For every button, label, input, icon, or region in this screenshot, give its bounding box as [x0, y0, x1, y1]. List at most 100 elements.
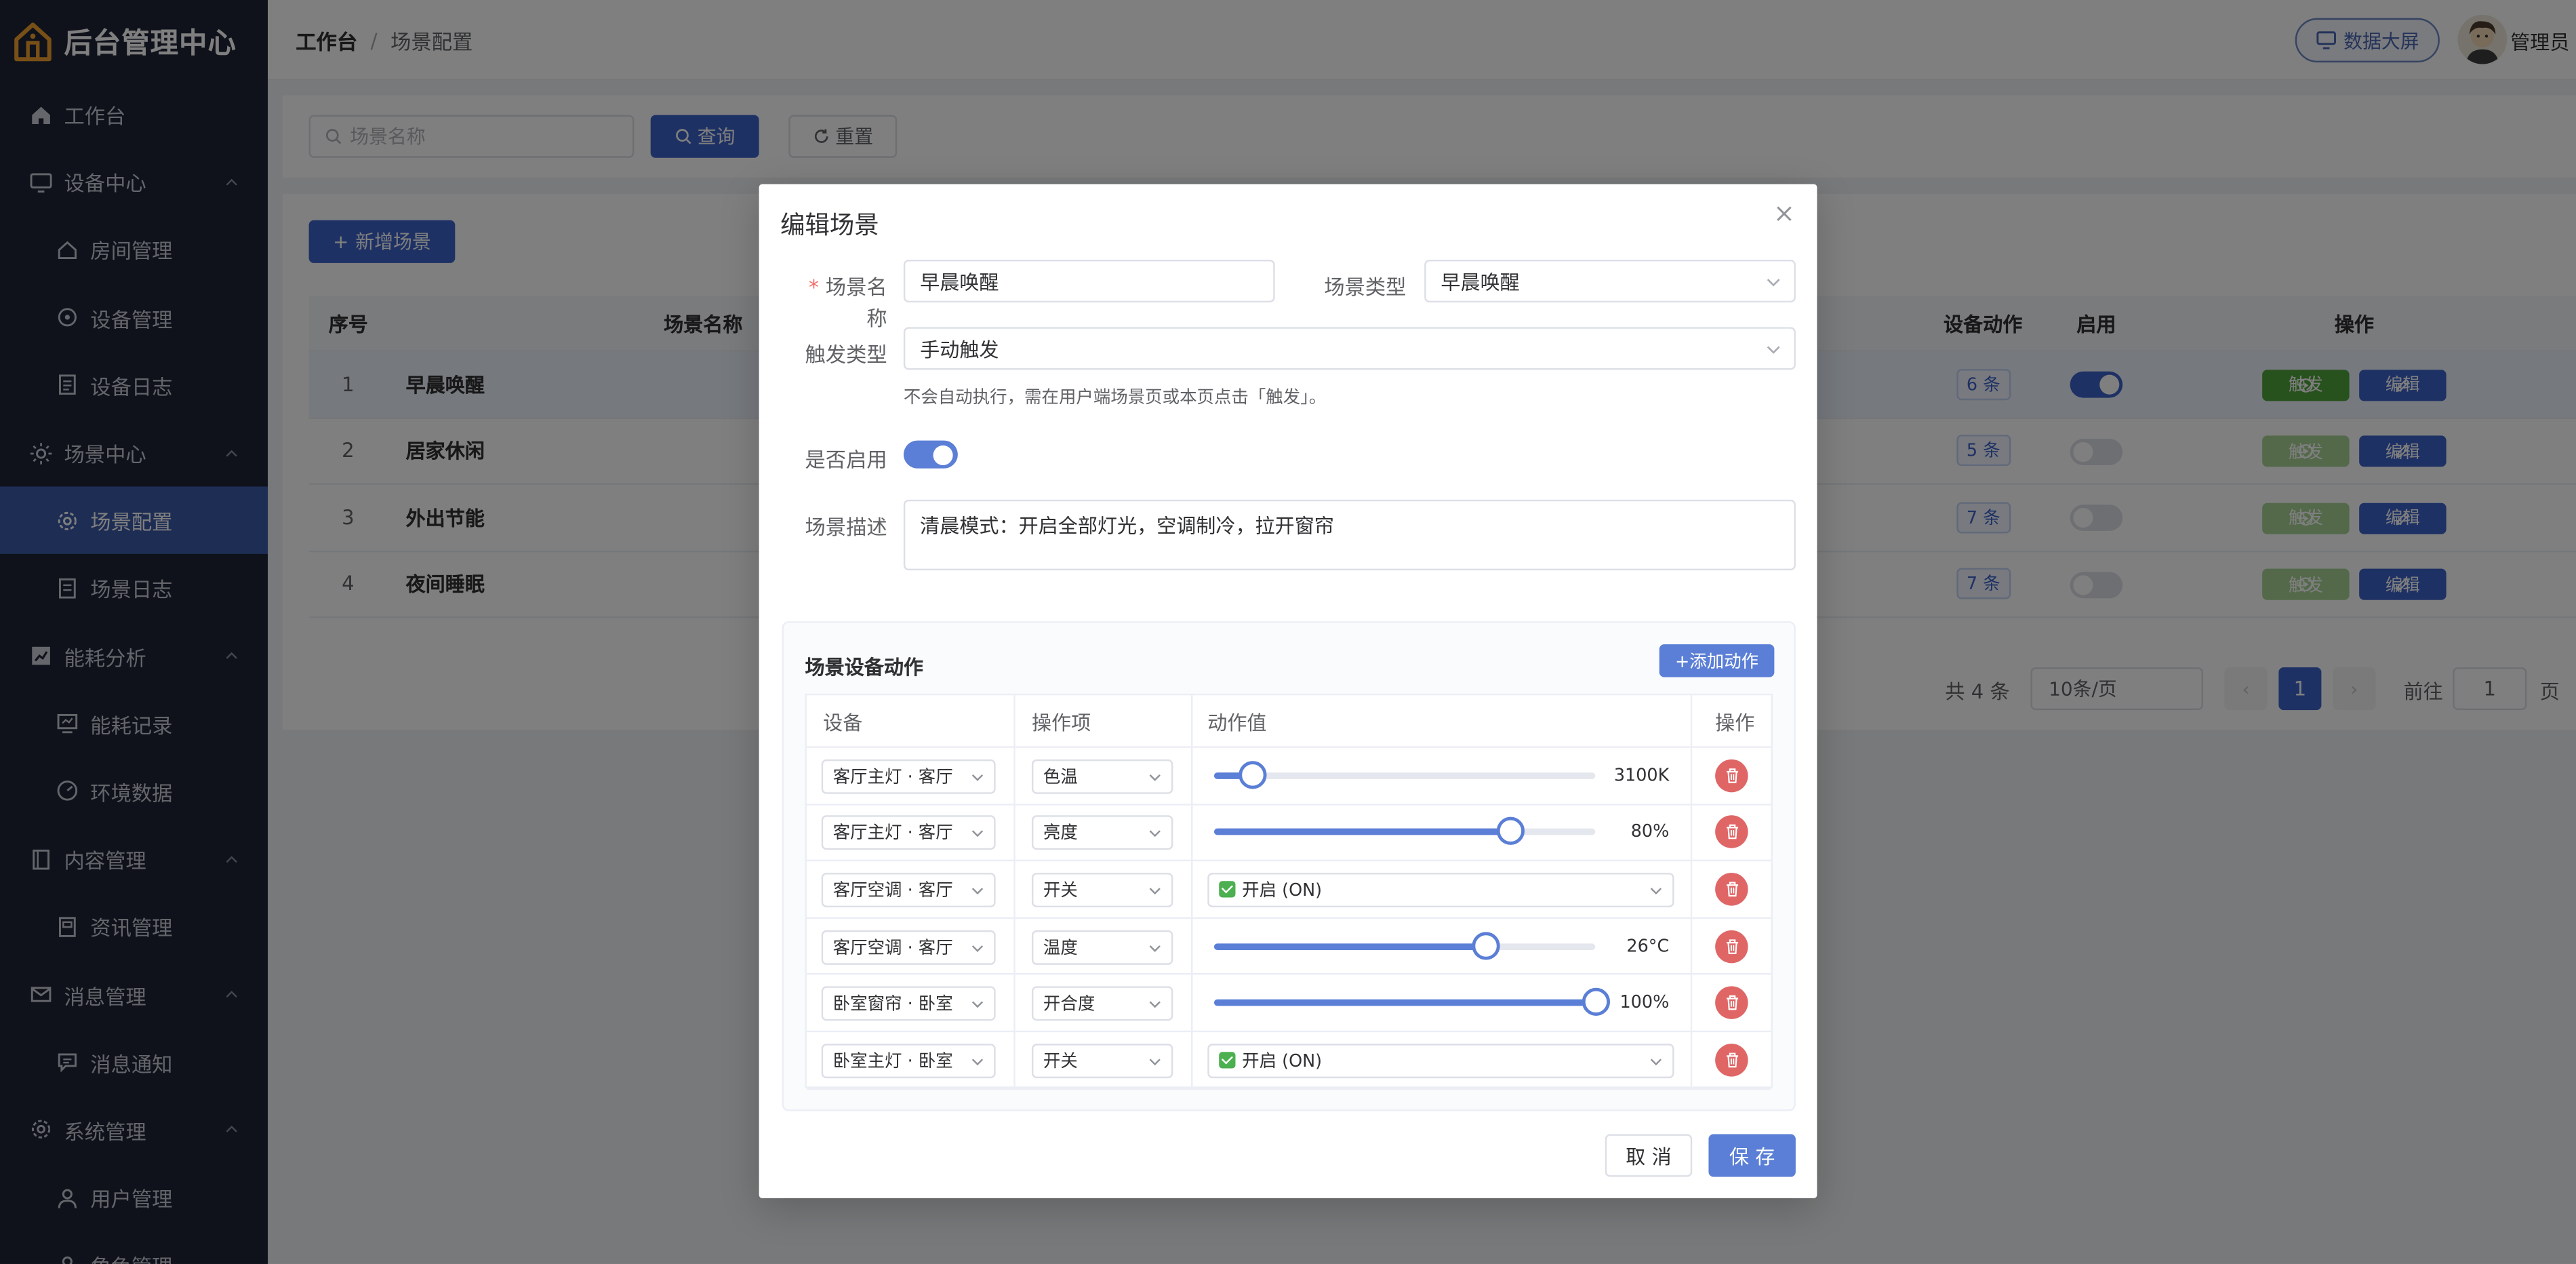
actions-table: 设备 操作项 动作值 操作 客厅主灯 · 客厅 色温 3100K 客厅主灯 · 客厅亮…: [805, 693, 1773, 1090]
device-select[interactable]: 客厅主灯 · 客厅: [821, 816, 996, 851]
trash-icon: [1725, 1052, 1737, 1067]
slider-handle[interactable]: [1581, 988, 1609, 1016]
chevron-down-icon: [1149, 774, 1161, 781]
device-value: 卧室主灯 · 卧室: [832, 1051, 953, 1071]
trash-icon: [1725, 768, 1737, 783]
action-row: 客厅主灯 · 客厅 亮度 80%: [806, 805, 1771, 862]
action-row: 客厅空调 · 客厅 温度 26°C: [806, 918, 1771, 976]
edit-scene-dialog: 编辑场景 * 场景名称 早晨唤醒 场景类型 早晨唤醒 触发类型 手动触发 不会自动…: [759, 184, 1817, 1199]
col-device: 设备: [823, 711, 863, 735]
chevron-down-icon: [971, 945, 984, 951]
slider-fill: [1213, 943, 1487, 950]
chevron-down-icon: [1149, 1058, 1161, 1065]
chevron-down-icon: [1149, 831, 1161, 838]
slider-fill: [1213, 1000, 1596, 1006]
op-value: 开合度: [1043, 994, 1095, 1015]
op-select[interactable]: 开合度: [1031, 986, 1173, 1021]
enabled-label: 是否启用: [805, 447, 887, 472]
slider-handle[interactable]: [1238, 760, 1266, 789]
value-slider[interactable]: [1213, 988, 1609, 1016]
op-select[interactable]: 色温: [1031, 759, 1173, 794]
delete-action-button[interactable]: [1715, 929, 1748, 963]
device-select[interactable]: 卧室窗帘 · 卧室: [821, 986, 996, 1021]
trash-icon: [1725, 825, 1737, 840]
scene-name-label: * 场景名称: [808, 274, 887, 331]
trigger-type-label: 触发类型: [805, 342, 887, 367]
chevron-down-icon: [1149, 945, 1161, 951]
col-value: 动作值: [1207, 711, 1267, 735]
slider-value: 80%: [1630, 822, 1670, 842]
close-icon[interactable]: [1774, 204, 1794, 224]
device-value: 客厅主灯 · 客厅: [832, 767, 953, 787]
scene-type-label: 场景类型: [1324, 274, 1407, 300]
op-select[interactable]: 温度: [1031, 929, 1173, 964]
op-value: 色温: [1043, 767, 1078, 787]
cancel-button[interactable]: 取 消: [1605, 1134, 1693, 1177]
trash-icon: [1725, 882, 1737, 897]
value-slider[interactable]: [1213, 760, 1596, 789]
actions-title: 场景设备动作: [805, 656, 924, 679]
delete-action-button[interactable]: [1715, 873, 1748, 906]
slider-value: 100%: [1619, 993, 1670, 1013]
device-value: 客厅空调 · 客厅: [832, 881, 953, 901]
chevron-down-icon: [1767, 279, 1780, 287]
chevron-down-icon: [971, 888, 984, 895]
delete-action-button[interactable]: [1715, 816, 1748, 849]
op-value: 亮度: [1043, 824, 1078, 844]
trigger-hint: 不会自动执行，需在用户端场景页或本页点击「触发」。: [903, 388, 1327, 408]
value-select[interactable]: 开启 (ON): [1207, 1043, 1674, 1078]
trash-icon: [1725, 995, 1737, 1010]
op-select[interactable]: 开关: [1031, 873, 1173, 907]
slider-value: 3100K: [1613, 766, 1670, 786]
description-textarea[interactable]: 清晨模式：开启全部灯光，空调制冷，拉开窗帘: [903, 499, 1796, 571]
chevron-down-icon: [971, 774, 984, 781]
op-value: 温度: [1043, 938, 1078, 958]
enabled-switch[interactable]: [903, 440, 958, 469]
trigger-type-value: 手动触发: [920, 338, 999, 361]
slider-fill: [1213, 829, 1512, 836]
delete-action-button[interactable]: [1715, 1043, 1748, 1077]
value-select-text: 开启 (ON): [1242, 881, 1323, 901]
slider-handle[interactable]: [1497, 817, 1526, 846]
op-value: 开关: [1043, 881, 1078, 901]
value-select[interactable]: 开启 (ON): [1207, 873, 1674, 907]
value-select-text: 开启 (ON): [1242, 1051, 1323, 1071]
op-select[interactable]: 开关: [1031, 1043, 1173, 1078]
actions-table-header: 设备 操作项 动作值 操作: [806, 695, 1771, 748]
value-slider[interactable]: [1213, 817, 1596, 846]
device-select[interactable]: 客厅空调 · 客厅: [821, 873, 996, 907]
save-button[interactable]: 保 存: [1708, 1134, 1796, 1177]
chevron-down-icon: [1149, 888, 1161, 895]
device-select[interactable]: 卧室主灯 · 卧室: [821, 1043, 996, 1078]
slider-value: 26°C: [1626, 936, 1670, 956]
description-label: 场景描述: [805, 514, 887, 540]
op-value: 开关: [1043, 1051, 1078, 1071]
op-select[interactable]: 亮度: [1031, 816, 1173, 851]
slider-handle[interactable]: [1472, 931, 1501, 960]
add-action-button[interactable]: +添加动作: [1659, 644, 1775, 677]
delete-action-button[interactable]: [1715, 759, 1748, 792]
value-slider[interactable]: [1213, 931, 1596, 960]
scene-name-value: 早晨唤醒: [920, 270, 999, 294]
chevron-down-icon: [971, 1058, 984, 1065]
action-row: 卧室主灯 · 卧室 开关 开启 (ON): [806, 1032, 1771, 1090]
device-value: 客厅空调 · 客厅: [832, 938, 953, 958]
chevron-down-icon: [971, 1001, 984, 1008]
chevron-down-icon: [971, 831, 984, 838]
trigger-type-select[interactable]: 手动触发: [903, 327, 1796, 370]
chevron-down-icon: [1650, 888, 1662, 895]
scene-name-input[interactable]: 早晨唤醒: [903, 259, 1275, 302]
device-select[interactable]: 客厅空调 · 客厅: [821, 929, 996, 964]
chevron-down-icon: [1149, 1001, 1161, 1008]
check-icon: [1219, 882, 1236, 898]
action-row: 客厅主灯 · 客厅 色温 3100K: [806, 748, 1771, 805]
scene-type-select[interactable]: 早晨唤醒: [1424, 259, 1796, 302]
dialog-title: 编辑场景: [780, 210, 879, 240]
chevron-down-icon: [1650, 1058, 1662, 1065]
delete-action-button[interactable]: [1715, 986, 1748, 1020]
device-select[interactable]: 客厅主灯 · 客厅: [821, 759, 996, 794]
action-row: 客厅空调 · 客厅 开关 开启 (ON): [806, 862, 1771, 919]
action-row: 卧室窗帘 · 卧室 开合度 100%: [806, 975, 1771, 1033]
trash-icon: [1725, 939, 1737, 953]
scene-type-value: 早晨唤醒: [1441, 270, 1520, 294]
